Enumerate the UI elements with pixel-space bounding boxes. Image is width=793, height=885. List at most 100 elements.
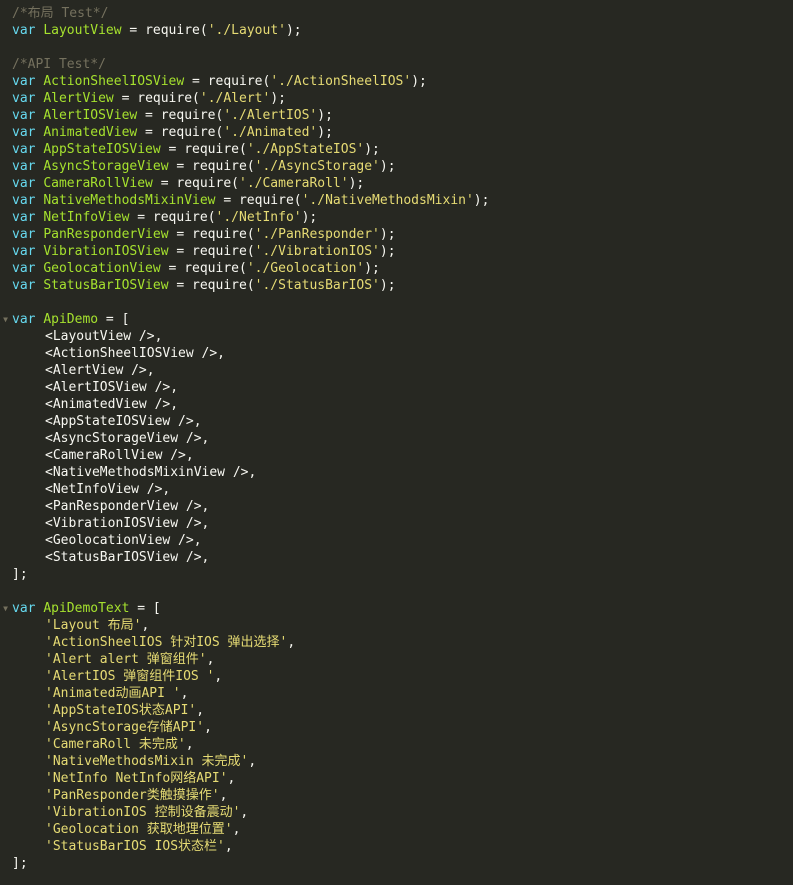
variable-name: ApiDemo: [43, 312, 99, 327]
code-line[interactable]: <AlertIOSView />,: [0, 379, 793, 396]
code-line[interactable]: <AsyncStorageView />,: [0, 430, 793, 447]
keyword: var: [12, 108, 36, 123]
fold-toggle-icon[interactable]: ▼: [0, 311, 11, 328]
code-line[interactable]: var PanResponderView = require('./PanRes…: [0, 226, 793, 243]
string-literal: 'Animated动画API ': [45, 686, 181, 701]
string-literal: 'StatusBarIOS IOS状态栏': [45, 839, 225, 854]
variable-name: CameraRollView: [43, 176, 153, 191]
keyword: var: [12, 227, 36, 242]
jsx-element: <AlertView />,: [45, 363, 155, 378]
code-line[interactable]: <PanResponderView />,: [0, 498, 793, 515]
code-line[interactable]: 'PanResponder类触摸操作',: [0, 787, 793, 804]
comment: /*API Test*/: [12, 57, 106, 72]
code-line[interactable]: var AppStateIOSView = require('./AppStat…: [0, 141, 793, 158]
code-line[interactable]: 'AlertIOS 弹窗组件IOS ',: [0, 668, 793, 685]
api-demo-text-items: 'Layout 布局', 'ActionSheelIOS 针对IOS 弹出选择',…: [0, 617, 793, 855]
code-line[interactable]: <GeolocationView />,: [0, 532, 793, 549]
code-line[interactable]: var VibrationIOSView = require('./Vibrat…: [0, 243, 793, 260]
comment: /*布局 Test*/: [12, 6, 109, 21]
code-line[interactable]: var AlertIOSView = require('./AlertIOS')…: [0, 107, 793, 124]
jsx-element: <AppStateIOSView />,: [45, 414, 202, 429]
code-line[interactable]: var LayoutView = require('./Layout');: [0, 22, 793, 39]
code-line[interactable]: ▼ var ApiDemoText = [: [0, 600, 793, 617]
code-line[interactable]: <StatusBarIOSView />,: [0, 549, 793, 566]
require-call: require: [160, 108, 216, 123]
require-call: require: [184, 261, 239, 276]
code-line[interactable]: var GeolocationView = require('./Geoloca…: [0, 260, 793, 277]
code-line[interactable]: <AlertView />,: [0, 362, 793, 379]
code-line[interactable]: ▼ var ApiDemo = [: [0, 311, 793, 328]
code-line[interactable]: var AnimatedView = require('./Animated')…: [0, 124, 793, 141]
require-call: require: [207, 74, 263, 89]
keyword: var: [12, 176, 36, 191]
require-call: require: [192, 244, 247, 259]
code-line[interactable]: var AsyncStorageView = require('./AsyncS…: [0, 158, 793, 175]
code-line[interactable]: 'Layout 布局',: [0, 617, 793, 634]
code-line[interactable]: var CameraRollView = require('./CameraRo…: [0, 175, 793, 192]
keyword: var: [12, 278, 36, 293]
string-literal: 'AlertIOS 弹窗组件IOS ': [45, 669, 215, 684]
code-editor[interactable]: /*布局 Test*/ var LayoutView = require('./…: [0, 0, 793, 885]
blank-line[interactable]: [0, 39, 793, 56]
variable-name: AppStateIOSView: [43, 142, 161, 157]
code-line[interactable]: <CameraRollView />,: [0, 447, 793, 464]
module-path: './Alert': [199, 91, 271, 106]
code-line[interactable]: <LayoutView />,: [0, 328, 793, 345]
code-line[interactable]: /*布局 Test*/: [0, 5, 793, 22]
jsx-element: <CameraRollView />,: [45, 448, 194, 463]
keyword: var: [12, 74, 36, 89]
code-line[interactable]: 'Alert alert 弹窗组件',: [0, 651, 793, 668]
code-line[interactable]: <VibrationIOSView />,: [0, 515, 793, 532]
keyword: var: [12, 601, 36, 616]
code-line[interactable]: var ActionSheelIOSView = require('./Acti…: [0, 73, 793, 90]
code-line[interactable]: <ActionSheelIOSView />,: [0, 345, 793, 362]
code-line[interactable]: 'Geolocation 获取地理位置',: [0, 821, 793, 838]
code-line[interactable]: 'VibrationIOS 控制设备震动',: [0, 804, 793, 821]
variable-name: VibrationIOSView: [43, 244, 169, 259]
blank-line[interactable]: [0, 294, 793, 311]
code-line[interactable]: var NativeMethodsMixinView = require('./…: [0, 192, 793, 209]
module-path: './StatusBarIOS': [254, 278, 380, 293]
module-path: './Geolocation': [246, 261, 365, 276]
code-line[interactable]: 'Animated动画API ',: [0, 685, 793, 702]
jsx-element: <NativeMethodsMixinView />,: [45, 465, 257, 480]
code-line[interactable]: var AlertView = require('./Alert');: [0, 90, 793, 107]
code-line[interactable]: ];: [0, 855, 793, 872]
blank-line[interactable]: [0, 583, 793, 600]
code-line[interactable]: var StatusBarIOSView = require('./Status…: [0, 277, 793, 294]
code-line[interactable]: var NetInfoView = require('./NetInfo');: [0, 209, 793, 226]
module-path: './ActionSheelIOS': [270, 74, 412, 89]
string-literal: 'VibrationIOS 控制设备震动': [45, 805, 241, 820]
fold-toggle-icon[interactable]: ▼: [0, 600, 11, 617]
jsx-element: <AsyncStorageView />,: [45, 431, 210, 446]
code-line[interactable]: /*API Test*/: [0, 56, 793, 73]
code-line[interactable]: <AnimatedView />,: [0, 396, 793, 413]
api-declarations: var ActionSheelIOSView = require('./Acti…: [0, 73, 793, 294]
api-demo-items: <LayoutView />, <ActionSheelIOSView />, <A…: [0, 328, 793, 566]
jsx-element: <GeolocationView />,: [45, 533, 202, 548]
variable-name: AlertView: [43, 91, 114, 106]
code-line[interactable]: <AppStateIOSView />,: [0, 413, 793, 430]
string-literal: 'AppStateIOS状态API': [45, 703, 197, 718]
require-call: require: [192, 227, 247, 242]
string-literal: 'Layout 布局': [45, 618, 142, 633]
variable-name: AlertIOSView: [43, 108, 138, 123]
require-call: require: [238, 193, 294, 208]
code-line[interactable]: <NativeMethodsMixinView />,: [0, 464, 793, 481]
code-line[interactable]: ];: [0, 566, 793, 583]
variable-name: NativeMethodsMixinView: [43, 193, 216, 208]
code-line[interactable]: 'NetInfo NetInfo网络API',: [0, 770, 793, 787]
code-line[interactable]: 'StatusBarIOS IOS状态栏',: [0, 838, 793, 855]
code-line[interactable]: 'ActionSheelIOS 针对IOS 弹出选择',: [0, 634, 793, 651]
module-path: './AppStateIOS': [246, 142, 365, 157]
code-line[interactable]: 'CameraRoll 未完成',: [0, 736, 793, 753]
require-call: require: [160, 125, 216, 140]
code-line[interactable]: 'AsyncStorage存储API',: [0, 719, 793, 736]
keyword: var: [12, 159, 36, 174]
code-line[interactable]: <NetInfoView />,: [0, 481, 793, 498]
variable-name: PanResponderView: [43, 227, 169, 242]
code-line[interactable]: 'AppStateIOS状态API',: [0, 702, 793, 719]
keyword: var: [12, 23, 36, 38]
require-call: require: [152, 210, 208, 225]
code-line[interactable]: 'NativeMethodsMixin 未完成',: [0, 753, 793, 770]
